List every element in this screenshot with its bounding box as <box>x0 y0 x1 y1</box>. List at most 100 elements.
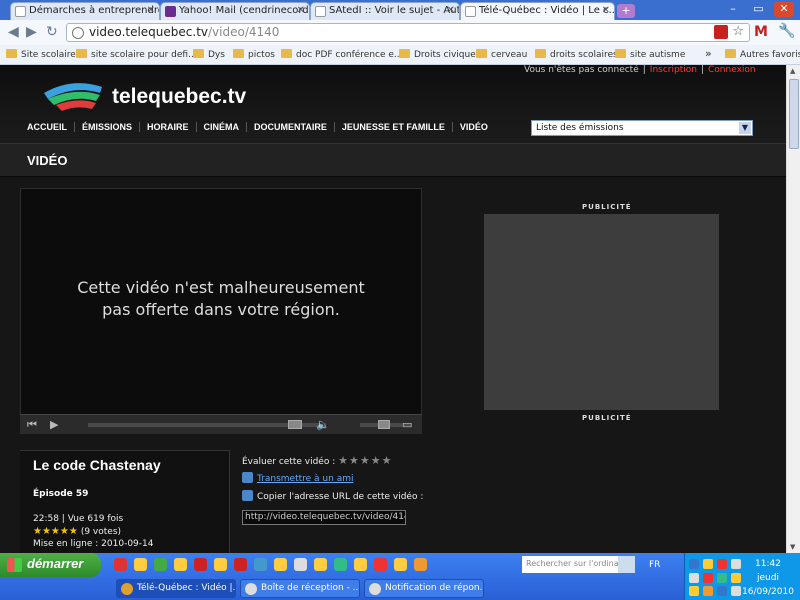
app-icon[interactable] <box>134 558 147 571</box>
taskbar-button[interactable]: Télé-Québec : Vidéo |... <box>116 579 236 598</box>
app-icon[interactable] <box>234 558 247 571</box>
login-link[interactable]: Connexion <box>704 65 760 75</box>
close-icon[interactable]: ✕ <box>602 5 610 16</box>
tray-icon[interactable] <box>689 573 699 583</box>
tray-icon[interactable] <box>703 559 713 569</box>
rate-stars-icon[interactable]: ★★★★★ <box>338 454 392 467</box>
episode-label: Épisode 59 <box>33 489 89 499</box>
nav-item-video[interactable]: VIDÉO <box>453 122 495 132</box>
nav-item-accueil[interactable]: ACCUEIL <box>20 122 75 132</box>
tray-icon[interactable] <box>703 586 713 596</box>
other-bookmarks[interactable]: Autres favoris <box>725 49 800 60</box>
reload-icon[interactable]: ↻ <box>46 24 58 40</box>
video-player[interactable]: Cette vidéo n'est malheureusement pas of… <box>20 188 422 434</box>
play-icon[interactable]: ▶ <box>50 418 58 431</box>
login-status: Vous n'êtes pas connecté <box>524 65 639 75</box>
seek-handle[interactable] <box>288 420 302 429</box>
nav-item-horaire[interactable]: HORAIRE <box>140 122 197 132</box>
app-icon[interactable] <box>254 558 267 571</box>
tray-icon[interactable] <box>703 573 713 583</box>
address-bar[interactable]: video.telequebec.tv/video/4140 ☆ <box>66 23 750 42</box>
video-actions: Évaluer cette vidéo : ★★★★★ Transmettre … <box>229 450 429 553</box>
app-icon[interactable] <box>154 558 167 571</box>
browser-tab[interactable]: Démarches à entreprendre ✕ <box>10 2 160 20</box>
maximize-button[interactable]: ▭ <box>749 2 769 17</box>
app-icon[interactable] <box>294 558 307 571</box>
app-icon[interactable] <box>354 558 367 571</box>
close-window-button[interactable]: ✕ <box>774 2 794 17</box>
ad-placeholder[interactable] <box>484 214 719 410</box>
tray-icon[interactable] <box>717 559 727 569</box>
bookmark-item[interactable]: site scolaire pour defi... <box>76 49 197 60</box>
search-icon[interactable] <box>618 556 635 573</box>
url-path: /video/4140 <box>208 25 280 39</box>
folder-icon <box>233 49 244 58</box>
clock[interactable]: 11:42 jeudi 16/09/2010 <box>740 557 796 599</box>
app-icon[interactable] <box>174 558 187 571</box>
bookmark-item[interactable]: Dys <box>193 49 225 60</box>
bookmark-item[interactable]: Site scolaire <box>6 49 76 60</box>
language-indicator[interactable]: FR <box>649 560 660 570</box>
signup-link[interactable]: Inscription <box>646 65 701 75</box>
browser-tab[interactable]: Yahoo! Mail (cendrinecordier) ✕ <box>160 2 310 20</box>
bookmark-item[interactable]: droits scolaires <box>535 49 618 60</box>
tray-icon[interactable] <box>689 559 699 569</box>
folder-icon <box>615 49 626 58</box>
back-arrow-icon[interactable]: ◀ <box>8 24 19 40</box>
bookmark-item[interactable]: site autisme <box>615 49 685 60</box>
forward-arrow-icon[interactable]: ▶ <box>26 24 37 40</box>
app-icon[interactable] <box>274 558 287 571</box>
bookmark-item[interactable]: doc PDF conférence e... <box>281 49 403 60</box>
close-icon[interactable]: ✕ <box>447 5 455 16</box>
video-url-field[interactable]: http://video.telequebec.tv/video/4140/e <box>242 510 406 525</box>
envelope-icon <box>242 472 253 483</box>
bookmark-item[interactable]: pictos <box>233 49 275 60</box>
close-icon[interactable]: ✕ <box>147 5 155 16</box>
app-icon[interactable] <box>414 558 427 571</box>
taskbar-search-input[interactable]: Rechercher sur l'ordinateur <box>522 556 635 573</box>
app-icon[interactable] <box>374 558 387 571</box>
nav-item-jeunesse[interactable]: JEUNESSE ET FAMILLE <box>335 122 453 132</box>
gmail-icon[interactable]: M <box>754 24 768 40</box>
bookmark-star-icon[interactable]: ☆ <box>732 24 744 39</box>
nav-item-documentaire[interactable]: DOCUMENTAIRE <box>247 122 335 132</box>
skip-back-icon[interactable]: ⏮ <box>27 418 37 432</box>
shows-dropdown[interactable]: Liste des émissions ▼ <box>531 120 753 136</box>
send-to-friend[interactable]: Transmettre à un ami <box>242 472 353 484</box>
app-icon[interactable] <box>194 558 207 571</box>
app-icon[interactable] <box>214 558 227 571</box>
browser-tab[interactable]: SAtedI :: Voir le sujet - Aut... ✕ <box>310 2 460 20</box>
app-icon[interactable] <box>114 558 127 571</box>
app-icon[interactable] <box>334 558 347 571</box>
taskbar-button[interactable]: Notification de répon... <box>364 579 484 598</box>
globe-icon <box>72 27 84 39</box>
vertical-scrollbar[interactable]: ▲ ▼ <box>786 65 800 553</box>
browser-tab-active[interactable]: Télé-Québec : Vidéo | Le c... ✕ <box>460 2 615 20</box>
folder-icon <box>6 49 17 58</box>
scroll-thumb[interactable] <box>789 79 799 149</box>
ad-label-bottom: PUBLICITÉ <box>582 414 632 422</box>
bookmark-item[interactable]: Droits civiques <box>399 49 480 60</box>
volume-icon[interactable]: 🔈 <box>316 418 330 431</box>
volume-handle[interactable] <box>378 420 390 429</box>
scroll-down-icon[interactable]: ▼ <box>790 543 795 551</box>
new-tab-button[interactable]: + <box>617 4 635 18</box>
section-header: VIDÉO <box>0 143 786 177</box>
scroll-up-icon[interactable]: ▲ <box>790 67 795 75</box>
taskbar-button[interactable]: Boîte de réception - ... <box>240 579 360 598</box>
app-icon[interactable] <box>314 558 327 571</box>
tray-icon[interactable] <box>717 586 727 596</box>
start-button[interactable]: démarrer <box>0 553 101 577</box>
app-icon[interactable] <box>394 558 407 571</box>
nav-item-emissions[interactable]: ÉMISSIONS <box>75 122 141 132</box>
bookmarks-more-button[interactable]: » <box>705 47 712 60</box>
nav-item-cinema[interactable]: CINÉMA <box>197 122 248 132</box>
fullscreen-icon[interactable]: ▭ <box>402 418 412 431</box>
pdf-icon[interactable] <box>714 25 728 39</box>
close-icon[interactable]: ✕ <box>297 5 305 16</box>
bookmark-item[interactable]: cerveau <box>476 49 527 60</box>
minimize-button[interactable]: – <box>723 2 743 17</box>
tray-icon[interactable] <box>689 586 699 596</box>
tray-icon[interactable] <box>717 573 727 583</box>
wrench-icon[interactable]: 🔧 <box>778 23 795 39</box>
